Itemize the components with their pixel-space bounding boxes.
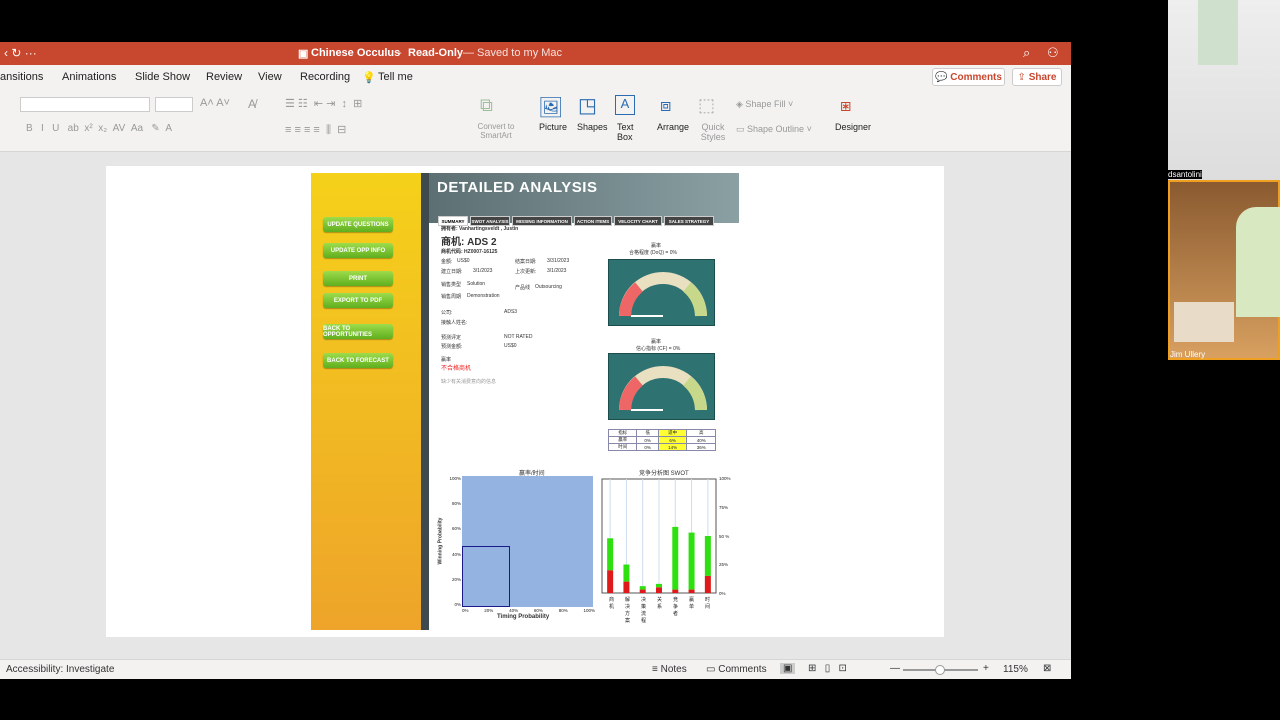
participant-name: dsantolini (1168, 170, 1202, 179)
timing-box (462, 546, 510, 607)
designer-icon[interactable]: ⧆ (840, 95, 851, 116)
slide[interactable]: UPDATE QUESTIONS UPDATE OPP INFO PRINT E… (106, 166, 944, 637)
header-title: DETAILED ANALYSIS (437, 179, 598, 196)
align-icons[interactable]: ≡ ≡ ≡ ≡ ⫼ ⊟ (285, 123, 346, 137)
swot-bar-red (607, 570, 614, 593)
swot-bar-green (656, 583, 662, 588)
normal-view-icon[interactable]: ▣ (780, 663, 796, 674)
quick-styles-icon[interactable]: ⬚ (698, 95, 715, 116)
textbox-icon[interactable]: A (615, 95, 635, 115)
notes-button[interactable]: ≡ Notes (652, 664, 687, 675)
probability-table: 指标低适中高 赢率 0% 6% 40% 时间 0% 14% 36% (607, 429, 716, 451)
swot-bar-red (639, 589, 646, 593)
swot-bar-green (688, 532, 695, 590)
doc-title: Chinese Occulus (311, 47, 401, 59)
shapes-icon[interactable]: ◳ (578, 93, 597, 118)
ribbon-tabs: ansitions Animations Slide Show Review V… (0, 65, 1071, 89)
video-tile-2: Jim Ullery (1168, 180, 1280, 360)
zoom-thumb[interactable] (935, 665, 945, 675)
lightbulb-icon: 💡 (362, 72, 376, 84)
swot-bar-red (672, 589, 679, 593)
swot-bar-red (656, 587, 662, 593)
font-grow-icon[interactable]: A˄ A˅ (200, 97, 230, 109)
tab-transitions[interactable]: ansitions (0, 71, 43, 83)
tab-review[interactable]: Review (206, 71, 242, 83)
zoom-in-icon[interactable]: + (983, 663, 989, 674)
swot-bar-green (672, 526, 679, 590)
smartart-icon[interactable]: ⧉ (480, 95, 493, 116)
saved-status[interactable]: — Saved to my Mac (463, 47, 562, 59)
font-size-dropdown[interactable] (155, 97, 193, 112)
timing-chart-area (462, 476, 593, 607)
swot-bar-red (623, 581, 630, 593)
ppt-icon: ▣ (298, 48, 309, 60)
picture-icon[interactable]: 🖼 (538, 95, 563, 120)
list-icons[interactable]: ☰ ☷ ⇤ ⇥ ↕ ⊞ (285, 97, 362, 110)
share-icon: ⇪ (1017, 71, 1029, 83)
participant-name: Jim Ullery (1170, 350, 1206, 359)
title-bar: ‹ ↻ ··· ▣ Chinese Occulus - Read-Only — … (0, 42, 1071, 65)
clear-format-icon[interactable]: A̸ (248, 97, 256, 111)
zoom-out-icon[interactable]: — (890, 663, 900, 674)
read-only-label: Read-Only (408, 47, 464, 59)
accessibility-status[interactable]: Accessibility: Investigate (6, 664, 114, 675)
view-icons[interactable]: ⊞ ▯ ⊡ (808, 663, 847, 674)
tab-animations[interactable]: Animations (62, 71, 116, 83)
tab-slide-show[interactable]: Slide Show (135, 71, 190, 83)
embedded-analysis: UPDATE QUESTIONS UPDATE OPP INFO PRINT E… (311, 173, 739, 630)
text-format-icons[interactable]: B I U ab x² x₂ AV Aa ✎ A (26, 123, 172, 134)
win-status: 不合格商机 (441, 366, 472, 372)
video-tile-1: dsantolini (1168, 0, 1280, 180)
comments-button[interactable]: 💬 Comments (932, 68, 1005, 86)
shape-fill-button[interactable]: ◈ Shape Fill ˅ (736, 99, 793, 110)
sidebar: UPDATE QUESTIONS UPDATE OPP INFO PRINT E… (311, 173, 421, 630)
chart2-yaxis: 100% 75% 50 % 25% 0% (719, 476, 731, 596)
update-opp-info-button[interactable]: UPDATE OPP INFO (323, 243, 393, 258)
export-pdf-button[interactable]: EXPORT TO PDF (323, 293, 393, 308)
shape-outline-button[interactable]: ▭ Shape Outline ˅ (736, 124, 812, 135)
chart2-xaxis: 商机 解决方案 决策流程 关系 竞争者 赢单 时间 (609, 597, 711, 624)
ribbon-home: A˄ A˅ A̸ B I U ab x² x₂ AV Aa ✎ A ☰ ☷ ⇤ … (0, 89, 1071, 152)
fit-slide-icon[interactable]: ⊠ (1043, 663, 1051, 674)
font-name-dropdown[interactable] (20, 97, 150, 112)
chart1-xaxis: 0% 20% 40% 60% 80% 100% (462, 608, 595, 613)
update-questions-button[interactable]: UPDATE QUESTIONS (323, 217, 393, 232)
swot-bar-red (688, 589, 695, 593)
arrange-icon[interactable]: ⧈ (660, 95, 671, 116)
gauge-svg (619, 366, 707, 411)
gauge-svg (619, 272, 707, 317)
print-button[interactable]: PRINT (323, 271, 393, 286)
tab-view[interactable]: View (258, 71, 282, 83)
swot-chart (601, 478, 717, 594)
swot-bar-green (704, 536, 711, 576)
window-controls-icon[interactable]: ‹ ↻ ··· (4, 46, 37, 60)
share-button[interactable]: ⇪ Share (1012, 68, 1062, 86)
chart1-yaxis: 100% 80% 60% 40% 20% 0% (449, 476, 461, 607)
opp-name: 商机: ADS 2 (441, 237, 497, 248)
share-people-icon[interactable]: ⚇ (1047, 45, 1059, 61)
tab-recording[interactable]: Recording (300, 71, 350, 83)
tab-tell-me[interactable]: Tell me (378, 71, 413, 83)
swot-bar-green (607, 538, 614, 571)
swot-bar-red (704, 575, 711, 593)
status-bar: Accessibility: Investigate ≡ Notes ▭ Com… (0, 659, 1071, 679)
back-opportunities-button[interactable]: BACK TO OPPORTUNITIES (323, 324, 393, 339)
doq-gauge (608, 259, 715, 326)
swot-bar-green (623, 564, 630, 582)
comments-status-button[interactable]: ▭ Comments (706, 664, 767, 675)
swot-bar-green (639, 586, 646, 590)
summary-panel: 拥有者: Vanhartingsveldt , Justin 商机: ADS 2… (437, 226, 731, 624)
search-icon[interactable]: ⌕ (1023, 45, 1030, 61)
zoom-level[interactable]: 115% (1003, 664, 1028, 675)
back-forecast-button[interactable]: BACK TO FORECAST (323, 353, 393, 368)
cf-gauge (608, 353, 715, 420)
comment-icon: 💬 (935, 71, 951, 83)
